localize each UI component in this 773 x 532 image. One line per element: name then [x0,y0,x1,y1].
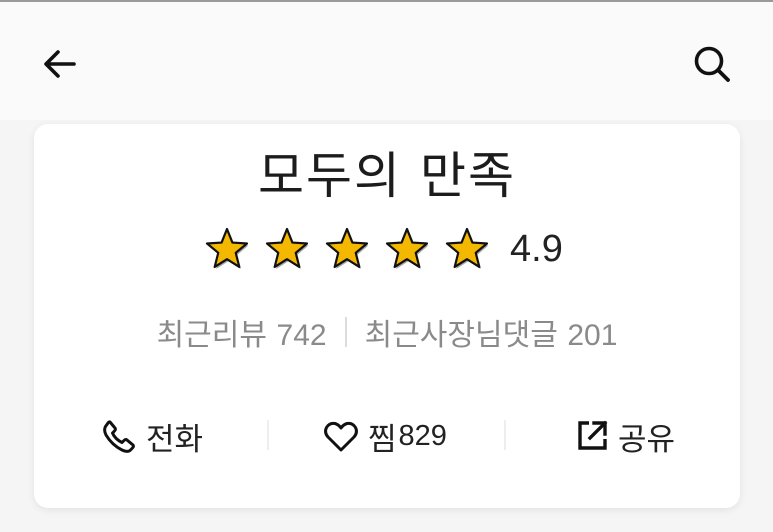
recent-reviews-count: 742 [276,319,327,352]
share-button[interactable]: 공유 [574,412,675,460]
review-stats: 최근리뷰 742 최근사장님댓글 201 [34,310,740,354]
store-name: 모두의 만족 [258,147,516,205]
star-icon [445,227,489,269]
like-button[interactable]: 찜 829 [322,412,447,460]
store-info-card: 모두의 만족 4.9 최근리뷰 742 최근사장님댓글 201 전화 찜 829 [34,124,740,508]
search-icon [694,46,730,82]
heart-icon [324,421,358,452]
top-bar [0,2,773,120]
owner-replies-count: 201 [567,319,618,352]
star-icon [205,227,249,269]
owner-replies[interactable]: 최근사장님댓글 201 [365,310,618,354]
like-count: 829 [398,419,447,452]
stats-divider [344,317,347,347]
recent-reviews[interactable]: 최근리뷰 742 [157,310,327,354]
call-button[interactable]: 전화 [100,412,203,460]
star-icon [385,227,429,269]
rating: 4.9 [204,226,563,272]
star-icon [265,227,309,269]
share-icon [578,420,608,450]
owner-replies-label: 최근사장님댓글 [364,318,558,353]
recent-reviews-label: 최근리뷰 [156,318,267,353]
back-button[interactable] [38,42,82,86]
action-divider [267,420,269,450]
action-divider [504,420,506,450]
action-bar: 전화 찜 829 공유 [34,412,740,460]
share-label: 공유 [618,421,676,458]
arrow-left-icon [44,50,76,78]
call-label: 전화 [146,421,204,458]
phone-icon [103,420,135,453]
rating-score: 4.9 [510,227,563,270]
like-label: 찜 [368,421,397,458]
star-rating [204,226,504,272]
star-icon [325,227,369,269]
search-button[interactable] [690,42,734,86]
